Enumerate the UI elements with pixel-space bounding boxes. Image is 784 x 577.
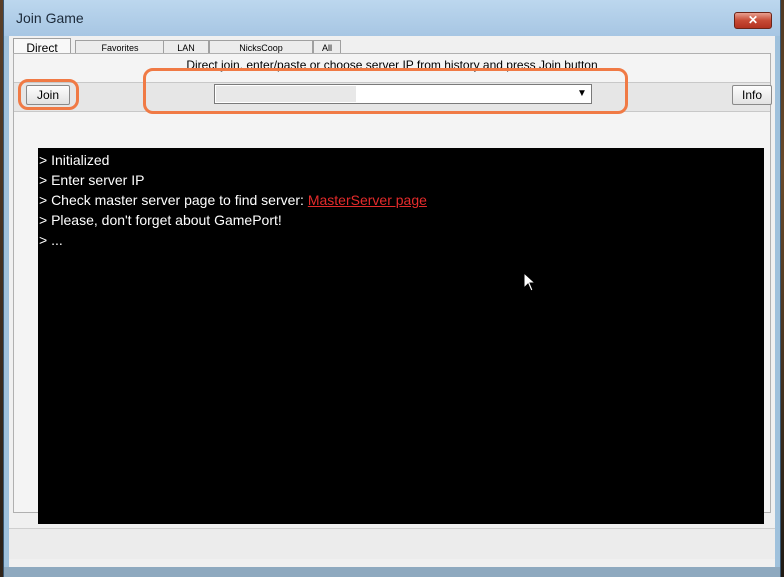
close-button[interactable]: ✕	[734, 12, 772, 29]
mouse-pointer-icon	[523, 271, 537, 297]
client-area: Direct Favorites LAN NicksCoop All Direc…	[9, 36, 775, 567]
console-line: > Enter server IP	[39, 172, 145, 188]
close-icon: ✕	[747, 13, 759, 27]
join-button-highlight	[18, 79, 79, 110]
console-line: > ...	[39, 232, 63, 248]
status-bar	[9, 528, 775, 559]
console-line: > Initialized	[39, 152, 110, 168]
direct-panel: Direct join, enter/paste or choose serve…	[13, 53, 772, 524]
console-output: > Initialized > Enter server IP > Check …	[38, 148, 764, 524]
info-button[interactable]: Info	[732, 85, 772, 105]
master-server-link[interactable]: MasterServer page	[308, 192, 427, 208]
console-line: > Check master server page to find serve…	[39, 190, 764, 210]
title-bar[interactable]: Join Game ✕	[4, 0, 780, 36]
window-bottom-edge	[4, 567, 780, 577]
server-combo-highlight	[143, 68, 628, 114]
join-game-window: Join Game ✕ Direct Favorites LAN NicksCo…	[3, 0, 781, 577]
console-line: > Please, don't forget about GamePort!	[39, 212, 282, 228]
window-title: Join Game	[16, 10, 84, 26]
console-line-text: > Check master server page to find serve…	[39, 192, 308, 208]
